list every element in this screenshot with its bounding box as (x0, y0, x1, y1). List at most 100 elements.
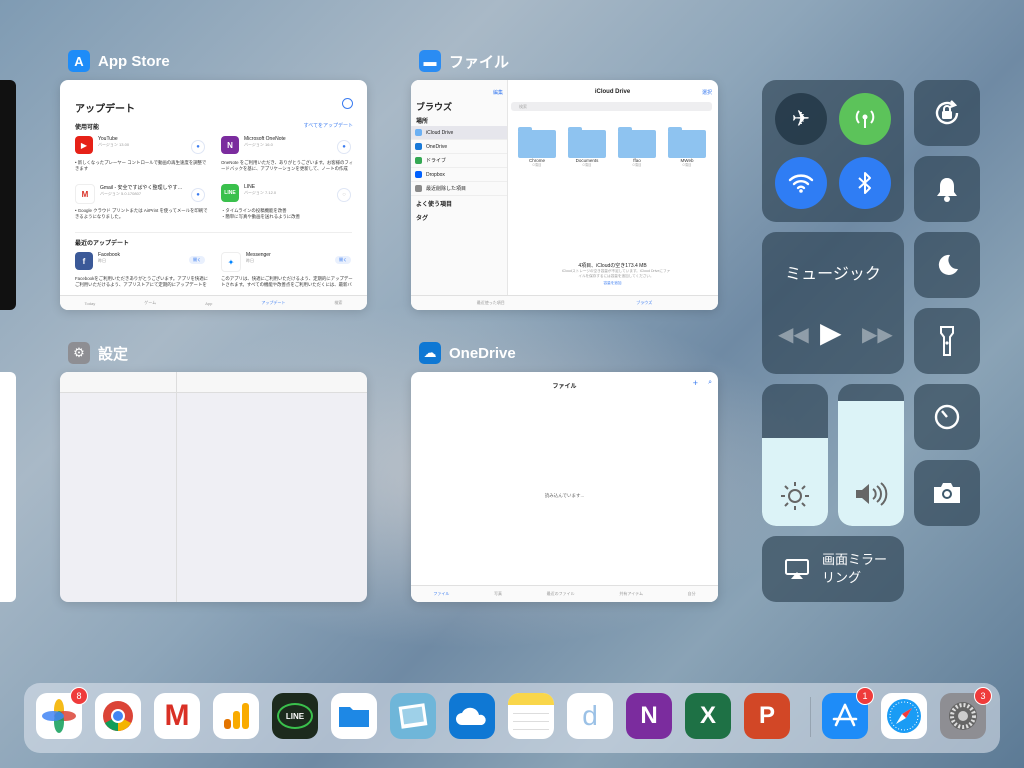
play-button[interactable]: ▶ (820, 316, 842, 349)
timer-button[interactable] (914, 384, 980, 450)
location-drive[interactable]: ドライブ (411, 154, 507, 168)
search-icon[interactable]: ⌕ (708, 379, 712, 387)
tab-me[interactable]: 自分 (688, 591, 696, 597)
tab-search[interactable]: 検索 (334, 300, 342, 306)
excel-app-icon[interactable]: X (685, 693, 731, 739)
files-card[interactable]: 編集 ブラウズ 場所 iCloud Drive OneDrive ドライブ Dr… (411, 80, 718, 310)
photos-app-icon[interactable]: 8 (36, 687, 88, 739)
onenote-app-icon[interactable]: N (626, 693, 672, 739)
update-button[interactable]: ● (337, 140, 351, 154)
location-recently-deleted[interactable]: 最近削除した項目 (411, 182, 507, 196)
appstore-app-icon[interactable]: 1 (822, 687, 874, 739)
wifi-toggle[interactable] (775, 157, 827, 209)
rewind-button[interactable]: ◀◀ (778, 322, 809, 347)
bluetooth-toggle[interactable] (839, 157, 891, 209)
appstore-card[interactable]: アップデート 使用可能 すべてをアップデート ▶ YouTube バージョン 13… (60, 80, 367, 310)
location-icloud-drive[interactable]: iCloud Drive (411, 126, 507, 140)
preview-app-icon[interactable] (390, 693, 436, 739)
day-one-app-icon[interactable]: d (567, 693, 613, 739)
account-icon[interactable] (342, 98, 353, 109)
update-button[interactable]: ● (191, 140, 205, 154)
settings-card[interactable] (60, 372, 367, 602)
files-title: ファイル (449, 53, 510, 71)
airplay-icon (785, 559, 809, 579)
search-field[interactable]: 検索 (511, 102, 712, 111)
favorites-header[interactable]: よく使う項目 (416, 199, 452, 208)
partial-app-card-bottom[interactable] (0, 372, 16, 602)
recent-item-facebook: f Facebook 昨日 開く (75, 252, 205, 270)
recent-updates-label: 最近のアップデート (75, 241, 130, 247)
cellular-data-toggle[interactable] (839, 93, 891, 145)
airplane-mode-toggle[interactable]: ✈ (775, 93, 827, 145)
mute-button[interactable] (914, 156, 980, 222)
tab-updates[interactable]: アップデート (261, 300, 285, 306)
update-all-link[interactable]: すべてをアップデート (304, 122, 353, 129)
tab-photos[interactable]: 写真 (494, 591, 502, 597)
onedrive-card[interactable]: ファイル + ⌕ 読み込んでいます... ファイル 写真 最近のファイル 共有ア… (411, 372, 718, 602)
update-item-onenote: N Microsoft OneNote バージョン 16.0 ● (221, 136, 351, 154)
tab-browse[interactable]: ブラウズ (636, 300, 652, 306)
screen-mirroring-button[interactable]: 画面ミラー リング (762, 536, 904, 602)
dock-divider (810, 697, 811, 737)
files-card-title: ▬ ファイル (419, 50, 509, 72)
update-button[interactable]: ○ (337, 188, 351, 202)
select-button[interactable]: 選択 (702, 89, 712, 96)
powerpoint-app-icon[interactable]: P (744, 693, 790, 739)
add-icon[interactable]: + (693, 378, 698, 388)
recent-item-messenger: ✦ Messenger 昨日 開く (221, 252, 351, 272)
files-tab-bar: 最近使った項目 ブラウズ (411, 295, 718, 310)
storage-summary: 4項目、iCloudの空き173.4 MB (578, 263, 647, 269)
folder-ffao[interactable]: ffao 0項目 (618, 127, 656, 168)
sun-icon (781, 482, 809, 510)
onedrive-app-icon[interactable] (449, 693, 495, 739)
tab-today[interactable]: Today (85, 301, 96, 306)
gmail-icon: M (75, 184, 95, 204)
partial-app-card-top[interactable] (0, 80, 16, 310)
onedrive-tab-bar: ファイル 写真 最近のファイル 共有アイテム 自分 (411, 585, 718, 602)
safari-app-icon[interactable] (881, 693, 927, 739)
tab-games[interactable]: ゲーム (144, 300, 156, 306)
forward-button[interactable]: ▶▶ (862, 322, 893, 347)
storage-note: iCloudストレージの空き容量が不足しています。iCloud Driveにファ… (561, 269, 671, 278)
onedrive-card-title: ☁ OneDrive (419, 342, 516, 364)
rotation-lock-button[interactable] (914, 80, 980, 146)
do-not-disturb-button[interactable] (914, 232, 980, 298)
tab-shared[interactable]: 共有アイテム (619, 591, 643, 597)
tab-recent[interactable]: 最近使った項目 (477, 300, 505, 306)
folder-documents[interactable]: Documents 0項目 (568, 127, 606, 168)
onedrive-header: ファイル (552, 384, 577, 390)
chrome-app-icon[interactable] (95, 693, 141, 739)
music-module[interactable]: ミュージック ◀◀ ▶ ▶▶ (762, 232, 904, 374)
tab-recent[interactable]: 最近のファイル (547, 591, 575, 597)
location-label: ドライブ (426, 158, 447, 164)
dropbox-icon (415, 171, 422, 178)
tab-files[interactable]: ファイル (433, 591, 449, 597)
add-storage-link[interactable]: 容量を追加 (507, 281, 718, 286)
open-button[interactable]: 開く (189, 256, 205, 264)
location-onedrive[interactable]: OneDrive (411, 140, 507, 154)
update-item-gmail: M Gmail - 安全ですばやく整理しやす… バージョン 5.0.170807 … (75, 184, 205, 204)
settings-app-icon[interactable]: 3 (940, 687, 992, 739)
folder-mweb[interactable]: MWeb 0項目 (668, 127, 706, 168)
messenger-icon: ✦ (221, 252, 241, 272)
camera-button[interactable] (914, 460, 980, 526)
open-button[interactable]: 開く (335, 256, 351, 264)
settings-icon: ⚙ (68, 342, 90, 364)
update-button[interactable]: ● (191, 188, 205, 202)
analytics-app-icon[interactable] (213, 693, 259, 739)
notes-app-icon[interactable] (508, 693, 554, 739)
edit-button[interactable]: 編集 (493, 89, 503, 96)
onenote-icon: N (221, 136, 239, 154)
volume-slider[interactable] (838, 384, 904, 526)
flashlight-button[interactable] (914, 308, 980, 374)
item-title: Gmail - 安全ですばやく整理しやす… (100, 185, 183, 191)
files-app-icon[interactable] (331, 693, 377, 739)
folder-chrome[interactable]: Chrome 0項目 (518, 127, 556, 168)
tab-apps[interactable]: App (205, 301, 212, 306)
location-dropbox[interactable]: Dropbox (411, 168, 507, 182)
line-app-icon[interactable]: LINE (272, 693, 318, 739)
dock: 8 M LINE d N X P 1 3 (24, 683, 1000, 753)
brightness-slider[interactable] (762, 384, 828, 526)
tags-header[interactable]: タグ (416, 213, 428, 222)
gmail-app-icon[interactable]: M (154, 693, 200, 739)
